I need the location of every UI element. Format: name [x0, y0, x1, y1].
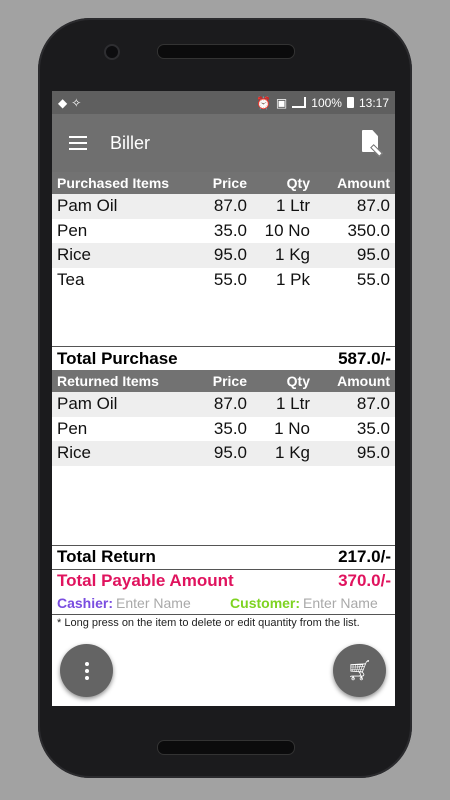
item-qty: 1 Ltr: [275, 394, 310, 414]
item-qty: 1 Pk: [275, 269, 310, 289]
item-amount: 55.0: [356, 269, 390, 289]
battery-percent: 100%: [311, 95, 342, 110]
wifi-off-icon: ✧: [71, 95, 82, 110]
item-name: Rice: [57, 245, 92, 265]
item-qty: 10 No: [264, 220, 310, 240]
purchased-header-qty: Qty: [286, 175, 310, 191]
purchased-list-empty-space: [52, 292, 395, 346]
total-return-value: 217.0/-: [338, 547, 391, 566]
total-return-label: Total Return: [57, 547, 156, 566]
names-row: Cashier: Customer:: [52, 592, 395, 615]
purchased-header: Purchased Items Price Qty Amount: [52, 172, 395, 194]
item-name: Pen: [57, 220, 88, 240]
help-hint: * Long press on the item to delete or ed…: [57, 616, 360, 629]
purchased-row[interactable]: Pen 35.0 10 No 350.0: [52, 219, 395, 244]
total-payable-value: 370.0/-: [338, 570, 391, 590]
purchased-header-name: Purchased Items: [57, 175, 170, 191]
total-payable-row: Total Payable Amount 370.0/-: [52, 568, 395, 592]
item-price: 95.0: [213, 245, 247, 265]
hamburger-icon[interactable]: [69, 136, 87, 150]
purchased-row[interactable]: Tea 55.0 1 Pk 55.0: [52, 268, 395, 293]
returned-row[interactable]: Rice 95.0 1 Kg 95.0: [52, 441, 395, 466]
item-amount: 87.0: [356, 394, 390, 414]
clock: 13:17: [358, 95, 389, 110]
signal-icon: [292, 97, 307, 108]
battery-icon: [346, 97, 354, 108]
cashier-label: Cashier:: [57, 594, 114, 611]
item-price: 35.0: [213, 220, 247, 240]
item-amount: 35.0: [356, 418, 390, 438]
bottom-speaker: [157, 740, 295, 755]
alarm-icon: ⏰: [255, 95, 271, 110]
app-screen: ◆ ✧ ⏰ ▣ 100% 13:17 Biller Purchased Item…: [52, 91, 395, 706]
more-vert-icon: [84, 661, 89, 680]
item-name: Pam Oil: [57, 394, 118, 414]
item-amount: 95.0: [356, 443, 390, 463]
item-name: Pen: [57, 418, 88, 438]
purchased-header-amount: Amount: [337, 175, 390, 191]
customer-label: Customer:: [230, 594, 301, 611]
item-price: 95.0: [213, 443, 247, 463]
cashier-name-input[interactable]: [113, 594, 213, 611]
returned-header-qty: Qty: [286, 373, 310, 389]
add-to-cart-button[interactable]: 🛒︎: [333, 644, 386, 697]
returned-row[interactable]: Pam Oil 87.0 1 Ltr 87.0: [52, 392, 395, 417]
total-return-row: Total Return 217.0/-: [52, 544, 395, 569]
item-price: 87.0: [213, 394, 247, 414]
app-title: Biller: [110, 132, 151, 153]
item-name: Rice: [57, 443, 92, 463]
edit-document-icon[interactable]: [361, 130, 383, 157]
returned-header-amount: Amount: [337, 373, 390, 389]
item-amount: 95.0: [356, 245, 390, 265]
returned-header-price: Price: [212, 373, 247, 389]
purchased-row[interactable]: Rice 95.0 1 Kg 95.0: [52, 243, 395, 268]
returned-header-name: Returned Items: [57, 373, 159, 389]
item-qty: 1 No: [274, 418, 310, 438]
sim-icon: ▣: [275, 95, 288, 110]
item-qty: 1 Kg: [275, 245, 310, 265]
total-purchase-label: Total Purchase: [57, 348, 178, 368]
item-name: Pam Oil: [57, 196, 118, 216]
purchased-header-price: Price: [212, 175, 247, 191]
earpiece-speaker: [157, 44, 295, 59]
front-camera: [104, 44, 120, 60]
total-purchase-row: Total Purchase 587.0/-: [52, 346, 395, 370]
item-amount: 350.0: [347, 220, 390, 240]
purchased-row[interactable]: Pam Oil 87.0 1 Ltr 87.0: [52, 194, 395, 219]
total-payable-label: Total Payable Amount: [57, 570, 234, 590]
item-qty: 1 Ltr: [275, 196, 310, 216]
shopping-cart-icon: 🛒︎: [346, 660, 373, 682]
returned-row[interactable]: Pen 35.0 1 No 35.0: [52, 417, 395, 442]
returned-list-empty-space: [52, 465, 395, 545]
app-toolbar: Biller: [52, 114, 395, 172]
item-qty: 1 Kg: [275, 443, 310, 463]
returned-header: Returned Items Price Qty Amount: [52, 370, 395, 392]
item-amount: 87.0: [356, 196, 390, 216]
total-purchase-value: 587.0/-: [338, 348, 391, 368]
customer-name-input[interactable]: [300, 594, 395, 611]
item-price: 35.0: [213, 418, 247, 438]
item-price: 55.0: [213, 269, 247, 289]
item-name: Tea: [57, 269, 85, 289]
notification-icon: ◆: [58, 95, 68, 110]
item-price: 87.0: [213, 196, 247, 216]
status-bar: ◆ ✧ ⏰ ▣ 100% 13:17: [52, 91, 395, 114]
more-options-button[interactable]: [60, 644, 113, 697]
